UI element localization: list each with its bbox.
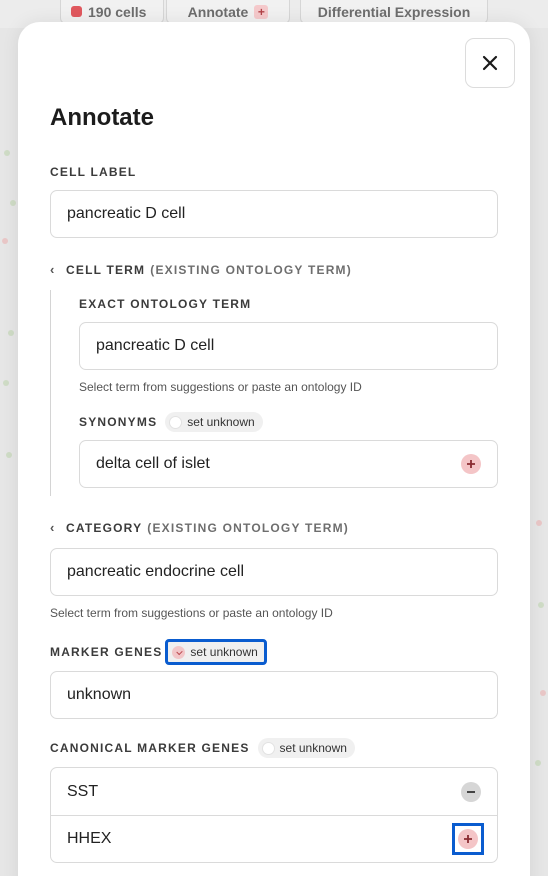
category-input[interactable]: pancreatic endocrine cell xyxy=(50,548,498,596)
synonyms-set-unknown-toggle[interactable]: set unknown xyxy=(165,412,263,432)
cell-term-toggle[interactable]: ‹ CELL TERM (EXISTING ONTOLOGY TERM) xyxy=(50,262,352,277)
canonical-set-unknown-label: set unknown xyxy=(279,741,347,755)
synonyms-heading-text: SYNONYMS xyxy=(79,415,158,429)
cell-label-heading: CELL LABEL xyxy=(50,165,136,179)
list-item[interactable]: SST xyxy=(51,768,497,815)
cell-count: 190 cells xyxy=(88,3,147,20)
canonical-set-unknown-toggle[interactable]: set unknown xyxy=(257,738,355,758)
canonical-marker-genes-heading-text: CANONICAL MARKER GENES xyxy=(50,741,250,755)
exact-term-value: pancreatic D cell xyxy=(96,337,215,354)
chevron-left-icon: ‹ xyxy=(50,520,55,535)
add-gene-button-highlight xyxy=(452,823,484,855)
gene-name: SST xyxy=(67,782,99,800)
plus-icon: + xyxy=(254,4,269,19)
canonical-marker-genes-list: SST HHEX xyxy=(50,767,498,863)
cell-term-subheading: (EXISTING ONTOLOGY TERM) xyxy=(150,262,352,277)
checked-icon xyxy=(172,645,186,659)
plus-icon xyxy=(467,460,475,468)
synonyms-set-unknown-label: set unknown xyxy=(187,415,255,429)
marker-genes-input[interactable]: unknown xyxy=(50,671,498,719)
synonyms-input[interactable]: delta cell of islet xyxy=(79,440,498,488)
plus-icon xyxy=(464,835,472,843)
list-item[interactable]: HHEX xyxy=(51,815,497,862)
marker-genes-heading-text: MARKER GENES xyxy=(50,645,163,659)
modal-title: Annotate xyxy=(50,104,154,131)
tab-annotate-label: Annotate xyxy=(187,3,249,20)
cell-label-value: pancreatic D cell xyxy=(67,205,186,222)
remove-gene-button[interactable] xyxy=(461,781,481,802)
radio-icon xyxy=(169,415,183,429)
exact-term-hint: Select term from suggestions or paste an… xyxy=(79,380,362,394)
synonyms-heading: SYNONYMS set unknown xyxy=(79,412,263,432)
close-icon xyxy=(482,55,498,71)
cell-dot-icon xyxy=(71,6,82,17)
synonyms-value: delta cell of islet xyxy=(96,455,210,472)
radio-icon xyxy=(261,741,275,755)
tab-annotate[interactable]: Annotate + xyxy=(166,0,290,24)
cell-term-tree-line xyxy=(50,290,51,496)
category-hint: Select term from suggestions or paste an… xyxy=(50,606,333,620)
close-button[interactable] xyxy=(465,38,515,88)
canonical-marker-genes-heading: CANONICAL MARKER GENES set unknown xyxy=(50,738,355,758)
exact-term-heading-text: EXACT ONTOLOGY TERM xyxy=(79,297,252,311)
category-subheading: (EXISTING ONTOLOGY TERM) xyxy=(147,520,349,535)
category-heading: CATEGORY xyxy=(66,520,143,535)
exact-term-input[interactable]: pancreatic D cell xyxy=(79,322,498,370)
marker-genes-value: unknown xyxy=(67,686,132,703)
marker-genes-set-unknown-label: set unknown xyxy=(190,645,258,659)
category-value: pancreatic endocrine cell xyxy=(67,563,244,580)
gene-name: HHEX xyxy=(67,830,112,847)
tab-differential-expression-label: Differential Expression xyxy=(317,3,471,20)
category-toggle[interactable]: ‹ CATEGORY (EXISTING ONTOLOGY TERM) xyxy=(50,520,349,535)
exact-term-heading: EXACT ONTOLOGY TERM xyxy=(79,297,251,311)
tab-differential-expression[interactable]: Differential Expression xyxy=(300,0,488,24)
cell-term-heading: CELL TERM xyxy=(66,262,146,277)
minus-icon xyxy=(467,790,475,793)
marker-genes-set-unknown-toggle[interactable]: set unknown xyxy=(165,639,267,665)
annotate-modal: Annotate CELL LABEL pancreatic D cell ‹ … xyxy=(18,22,530,876)
add-synonym-button[interactable] xyxy=(461,454,481,474)
cell-label-input[interactable]: pancreatic D cell xyxy=(50,190,498,238)
marker-genes-heading: MARKER GENES set unknown xyxy=(50,639,267,665)
cell-count-tab[interactable]: 190 cells xyxy=(60,0,164,24)
chevron-left-icon: ‹ xyxy=(50,262,55,277)
add-gene-button[interactable] xyxy=(458,829,478,849)
cell-label-heading-text: CELL LABEL xyxy=(50,165,137,179)
